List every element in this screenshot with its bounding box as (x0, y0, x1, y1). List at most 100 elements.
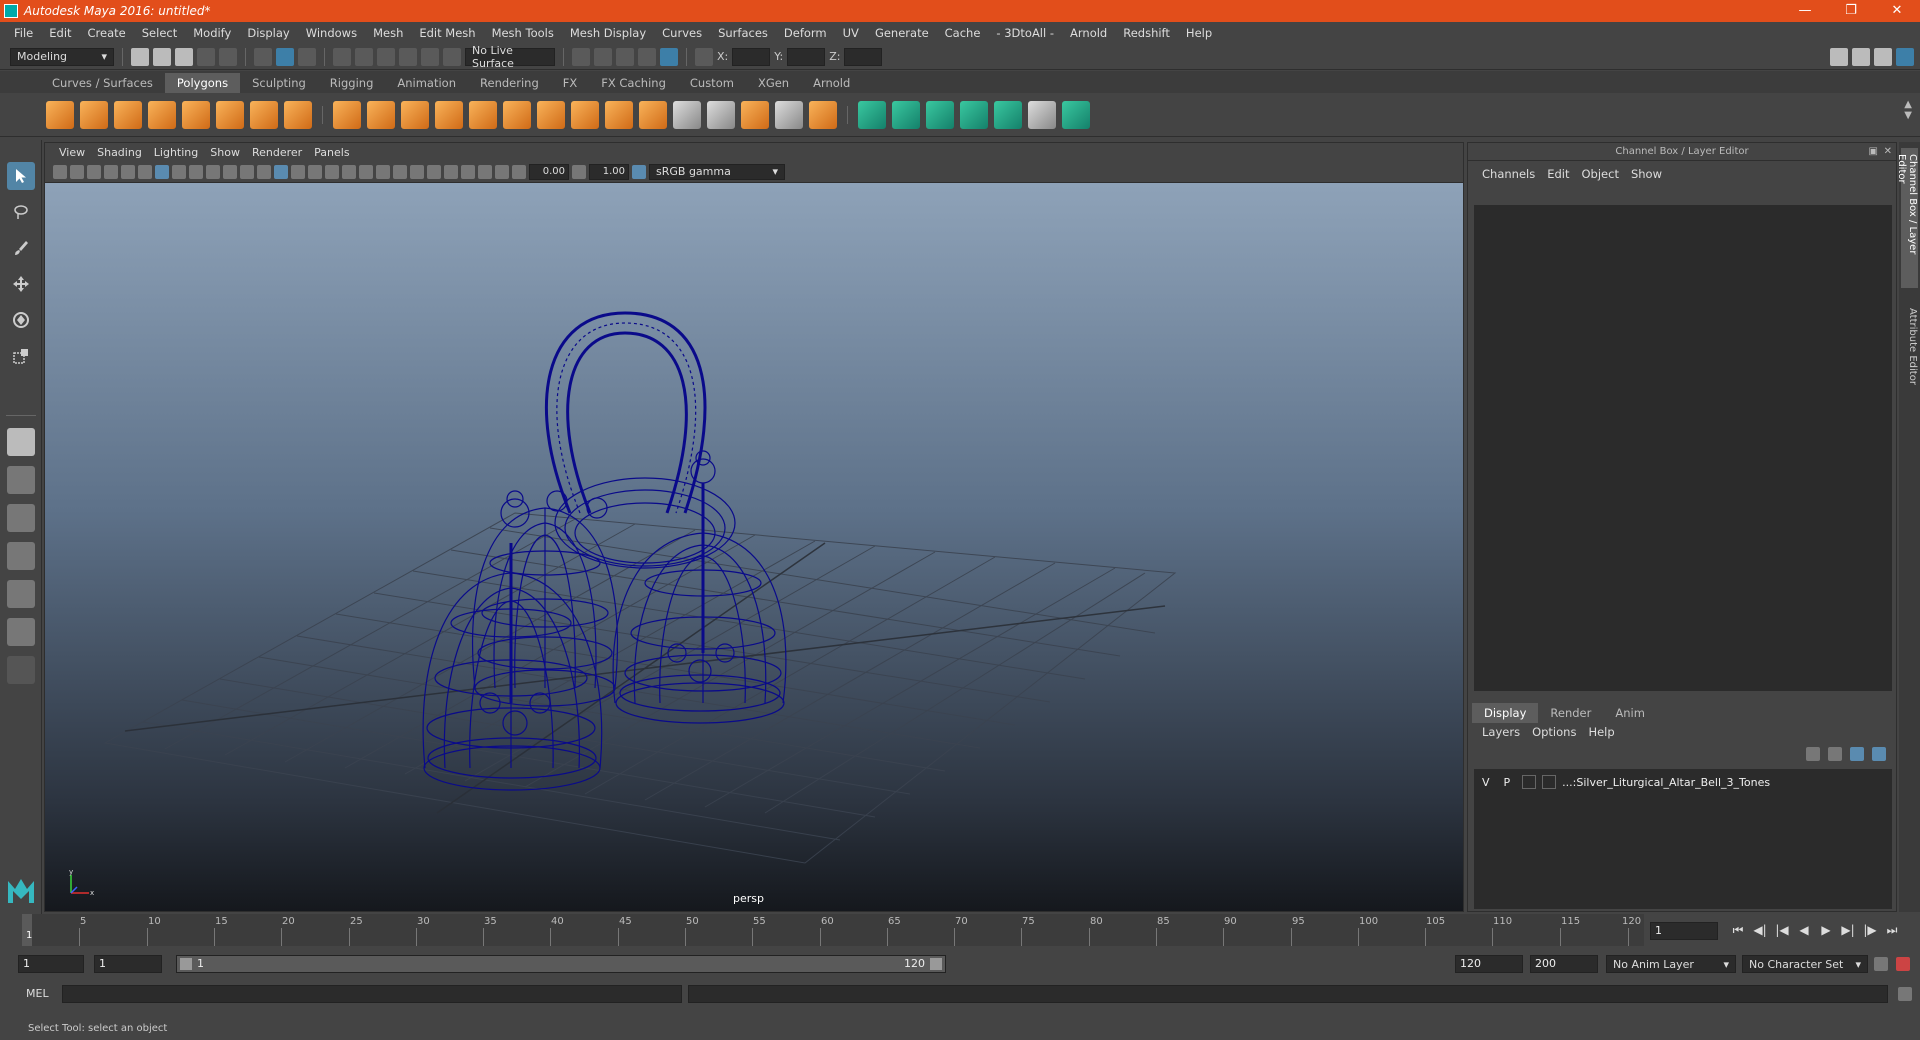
poly-sphere-icon[interactable] (46, 100, 74, 129)
open-scene-icon[interactable] (153, 47, 171, 66)
layer-menu-options[interactable]: Options (1526, 725, 1582, 739)
step-forward-key-icon[interactable]: ▶| (1840, 922, 1856, 938)
cb-menu-object[interactable]: Object (1576, 167, 1625, 181)
cb-menu-edit[interactable]: Edit (1541, 167, 1575, 181)
spherical-uv-icon[interactable] (926, 100, 954, 129)
layer-menu-help[interactable]: Help (1582, 725, 1620, 739)
layer-visibility-toggle[interactable]: V (1482, 776, 1490, 789)
move-tool-button[interactable] (7, 270, 35, 298)
menu-mesh-display[interactable]: Mesh Display (562, 26, 654, 40)
render-settings-icon[interactable] (638, 47, 656, 66)
menu-redshift[interactable]: Redshift (1115, 26, 1178, 40)
tab-channel-box-layer-editor[interactable]: Channel Box / Layer Editor (1896, 148, 1918, 288)
live-surface-field[interactable]: No Live Surface (465, 44, 555, 70)
snap-curve-icon[interactable] (355, 47, 373, 66)
tab-fx-caching[interactable]: FX Caching (589, 73, 678, 93)
poly-plane-icon[interactable] (182, 100, 210, 129)
bridge-icon[interactable] (605, 100, 633, 129)
paint-select-tool-button[interactable] (7, 234, 35, 262)
tab-curves-surfaces[interactable]: Curves / Surfaces (40, 73, 165, 93)
bookmark-icon[interactable] (87, 164, 101, 179)
menu-help[interactable]: Help (1178, 26, 1220, 40)
close-icon[interactable]: ✕ (1874, 0, 1920, 22)
new-scene-icon[interactable] (131, 47, 149, 66)
playback-end-input[interactable]: 120 (1455, 955, 1523, 973)
rotate-tool-button[interactable] (7, 306, 35, 334)
xray-joints-icon[interactable] (478, 164, 492, 179)
menu-display[interactable]: Display (239, 26, 297, 40)
current-frame-input[interactable]: 1 (1650, 922, 1718, 940)
poly-torus-icon[interactable] (216, 100, 244, 129)
auto-key-icon[interactable] (1874, 957, 1888, 971)
snap-view-icon[interactable] (399, 47, 417, 66)
menu-windows[interactable]: Windows (298, 26, 365, 40)
restore-icon[interactable]: ❐ (1828, 0, 1874, 22)
bevel-icon[interactable] (639, 100, 667, 129)
range-slider[interactable]: 1 120 (176, 955, 946, 973)
animation-preferences-icon[interactable] (1896, 957, 1910, 971)
planar-uv-icon[interactable] (858, 100, 886, 129)
select-hierarchy-icon[interactable] (254, 47, 272, 66)
x-coordinate-input[interactable] (732, 47, 771, 66)
modeling-toolkit-icon[interactable] (1830, 47, 1848, 66)
select-tool-button[interactable] (7, 162, 35, 190)
persp-graph-layout-button[interactable] (7, 542, 35, 570)
reduce-icon[interactable] (469, 100, 497, 129)
field-chart-icon[interactable] (223, 164, 237, 179)
poly-pipe-icon[interactable] (284, 100, 312, 129)
custom-layout-button[interactable] (7, 656, 35, 684)
merge-icon[interactable] (809, 100, 837, 129)
hypershade-icon[interactable] (660, 47, 678, 66)
menu-generate[interactable]: Generate (867, 26, 937, 40)
screen-space-ao-icon[interactable] (376, 164, 390, 179)
anim-layer-dropdown[interactable]: No Anim Layer ▾ (1606, 955, 1736, 973)
menu-curves[interactable]: Curves (654, 26, 710, 40)
step-forward-frame-icon[interactable]: |▶ (1862, 922, 1878, 938)
go-to-end-icon[interactable]: ⏭ (1884, 922, 1900, 938)
insert-edge-loop-icon[interactable] (673, 100, 701, 129)
tab-sculpting[interactable]: Sculpting (240, 73, 318, 93)
layer-playback-toggle[interactable]: P (1504, 776, 1511, 789)
transform-mode-icon[interactable] (695, 47, 713, 66)
append-polygon-icon[interactable] (741, 100, 769, 129)
poly-cone-icon[interactable] (148, 100, 176, 129)
cb-menu-show[interactable]: Show (1625, 167, 1668, 181)
shadows-icon[interactable] (359, 164, 373, 179)
menu-cache[interactable]: Cache (937, 26, 989, 40)
move-layer-down-icon[interactable] (1828, 747, 1842, 761)
panel-menu-show[interactable]: Show (204, 146, 246, 159)
mel-label[interactable]: MEL (26, 987, 49, 1000)
multi-cut-icon[interactable] (537, 100, 565, 129)
new-empty-layer-icon[interactable] (1850, 747, 1864, 761)
tab-custom[interactable]: Custom (678, 73, 746, 93)
smooth-shade-icon[interactable] (291, 164, 305, 179)
cut-sew-uv-icon[interactable] (1062, 100, 1090, 129)
camera-attributes-icon[interactable] (70, 164, 84, 179)
layer-row[interactable]: V P ...:Silver_Liturgical_Altar_Bell_3_T… (1474, 773, 1892, 791)
range-end-handle[interactable] (930, 958, 942, 970)
menu-uv[interactable]: UV (835, 26, 867, 40)
lasso-tool-button[interactable] (7, 198, 35, 226)
panel-menu-panels[interactable]: Panels (308, 146, 355, 159)
use-all-lights-icon[interactable] (342, 164, 356, 179)
float-panel-icon[interactable]: ▣ (1869, 143, 1878, 161)
go-to-start-icon[interactable]: ⏮ (1730, 922, 1746, 938)
offset-edge-loop-icon[interactable] (707, 100, 735, 129)
new-layer-from-selected-icon[interactable] (1872, 747, 1886, 761)
snap-grid-icon[interactable] (333, 47, 351, 66)
perspective-viewport[interactable]: y x persp (45, 183, 1463, 911)
close-panel-icon[interactable]: ✕ (1884, 143, 1892, 161)
xray-components-icon[interactable] (495, 164, 509, 179)
z-coordinate-input[interactable] (844, 47, 883, 66)
make-live-icon[interactable] (443, 47, 461, 66)
snap-surface-icon[interactable] (421, 47, 439, 66)
menu-3dtoall[interactable]: - 3DtoAll - (988, 26, 1062, 40)
mirror-icon[interactable] (401, 100, 429, 129)
minimize-icon[interactable]: — (1782, 0, 1828, 22)
poly-cube-icon[interactable] (80, 100, 108, 129)
character-set-dropdown[interactable]: No Character Set ▾ (1742, 955, 1868, 973)
tab-xgen[interactable]: XGen (746, 73, 801, 93)
single-perspective-layout-button[interactable] (7, 428, 35, 456)
combine-icon[interactable] (333, 100, 361, 129)
2d-pan-zoom-icon[interactable] (121, 164, 135, 179)
